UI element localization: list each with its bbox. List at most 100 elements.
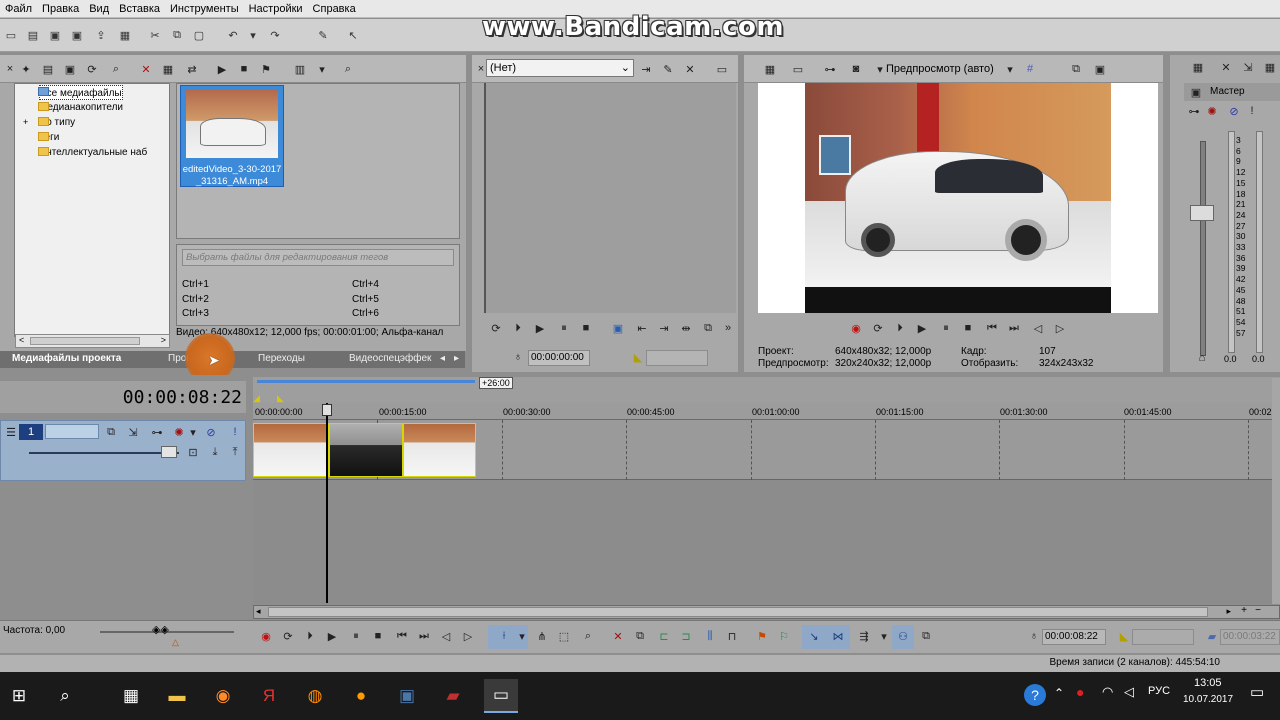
play-icon[interactable]: ▶ [214, 61, 230, 77]
mute-icon[interactable]: ⊘ [203, 424, 219, 440]
remove-icon[interactable]: ✕ [138, 61, 154, 77]
zoom-tool-icon[interactable]: ⌕ [580, 628, 596, 644]
loop-icon[interactable]: ⟳ [870, 320, 886, 336]
trimmer-duration-field[interactable] [646, 350, 708, 366]
rate-slider-thumb-icon[interactable]: ◈◈ [152, 623, 169, 636]
expand-toggle-icon[interactable]: + [23, 117, 28, 127]
cursor-time[interactable]: 00:00:08:22 [1042, 629, 1106, 645]
go-end-icon[interactable]: ⏭ [1006, 320, 1022, 336]
notifications-icon[interactable]: ▭ [1250, 683, 1264, 701]
close-icon[interactable]: × [2, 61, 18, 77]
windows-start-icon[interactable]: ⊞ [2, 679, 36, 713]
refresh-icon[interactable]: ⟳ [84, 61, 100, 77]
menu-tools[interactable]: Инструменты [165, 0, 244, 18]
zoom-out-icon[interactable]: − [1255, 605, 1261, 616]
scroll-left-icon[interactable]: ◂ [256, 606, 261, 617]
play-start-icon[interactable]: ⏵ [892, 320, 908, 336]
selection-tool-icon[interactable]: ⬚ [556, 628, 572, 644]
new-file-icon[interactable]: ▭ [4, 28, 18, 42]
region-icon[interactable]: ⚐ [776, 628, 792, 644]
ripple-icon[interactable]: ⇶ [856, 628, 872, 644]
record-icon[interactable]: ◉ [258, 628, 274, 644]
mute-icon[interactable]: ⊘ [1226, 103, 1242, 119]
vk-icon[interactable]: ▣ [390, 679, 424, 713]
split-view-icon[interactable]: ◙ [848, 61, 864, 77]
track-header[interactable]: ☰ 1 ⧉ ⇲ ⊶ ✺ ▾ ⊘ ! ⊡ ⤓ ⤒ [0, 420, 246, 481]
menu-help[interactable]: Справка [308, 0, 361, 18]
store-icon[interactable]: ▦ [114, 679, 148, 713]
fx-icon[interactable]: ⊶ [822, 61, 838, 77]
solo-icon[interactable]: ! [1244, 103, 1260, 119]
track-name-field[interactable] [45, 424, 99, 439]
tag-input[interactable]: Выбрать файлы для редактирования тегов [182, 249, 454, 266]
prev-frame-icon[interactable]: ◁ [438, 628, 454, 644]
vegas-pro-icon[interactable]: ▭ [484, 679, 518, 713]
shortcut-ctrl-5[interactable]: Ctrl+5 [352, 294, 379, 305]
chevron-down-icon[interactable]: ▾ [1002, 61, 1018, 77]
stop-icon[interactable]: ■ [960, 320, 976, 336]
play-start-icon[interactable]: ⏵ [302, 628, 318, 644]
level-slider-thumb[interactable] [161, 446, 177, 458]
capture-icon[interactable]: ▤ [40, 61, 56, 77]
scroll-right-icon[interactable]: > [161, 335, 166, 345]
media-thumbnail[interactable]: editedVideo_3-30-2017_31316_AM.mp4 [180, 85, 284, 187]
trimmer-timecode[interactable]: 00:00:00:00 [528, 350, 590, 366]
open-folder-icon[interactable]: ▤ [26, 28, 40, 42]
loop-icon[interactable]: ⟳ [488, 320, 504, 336]
assign-icon[interactable]: ✺ [1204, 103, 1220, 119]
tab-scroll-left-icon[interactable]: ◂ [440, 353, 445, 364]
shortcut-ctrl-1[interactable]: Ctrl+1 [182, 279, 209, 290]
prev-frame-icon[interactable]: ◁ [1030, 320, 1046, 336]
motion-icon[interactable]: ⇲ [125, 424, 141, 440]
yandex-icon[interactable]: Я [252, 679, 286, 713]
downmix-icon[interactable]: ⇲ [1240, 59, 1256, 75]
tab-scroll-right-icon[interactable]: ▸ [454, 353, 459, 364]
cut-icon[interactable]: ✂ [148, 28, 162, 42]
monitor-icon[interactable]: ▭ [714, 61, 730, 77]
marker-out-icon[interactable]: ⇥ [656, 320, 672, 336]
edit-tool-icon[interactable]: ⟊ [496, 628, 512, 644]
end-time-field[interactable]: 00:00:03:22 [1220, 629, 1280, 645]
add-to-timeline-icon[interactable]: ⇥ [638, 61, 654, 77]
menu-file[interactable]: Файл [0, 0, 37, 18]
tab-project-media[interactable]: Медиафайлы проекта [12, 353, 121, 364]
scroll-left-icon[interactable]: < [19, 335, 24, 345]
vertical-scrollbar[interactable] [1272, 378, 1280, 604]
solo-icon[interactable]: ! [227, 424, 243, 440]
volume-icon[interactable]: ◁ [1124, 684, 1134, 700]
clock-time[interactable]: 13:05 [1194, 677, 1222, 689]
pause-icon[interactable]: ⏸ [348, 628, 364, 644]
loop-icon[interactable]: ⟳ [280, 628, 296, 644]
copy-snapshot-icon[interactable]: ⧉ [1068, 61, 1084, 77]
grid-icon[interactable]: # [1022, 61, 1038, 77]
file-explorer-icon[interactable]: ▬ [160, 679, 194, 713]
pause-icon[interactable]: ⏸ [556, 320, 572, 336]
tree-item-all-media[interactable]: Все медиафайлы [39, 85, 123, 100]
next-frame-icon[interactable]: ▷ [1052, 320, 1068, 336]
dim-icon[interactable]: ▦ [1262, 59, 1278, 75]
import-icon[interactable]: ✦ [18, 61, 34, 77]
set-region-icon[interactable]: ▣ [610, 320, 626, 336]
delete-icon[interactable]: ✕ [610, 628, 626, 644]
search-icon[interactable]: ⌕ [48, 679, 82, 713]
track-fx-icon[interactable]: ⊶ [149, 424, 165, 440]
scroll-thumb[interactable] [268, 607, 1208, 617]
search-icon[interactable]: ⌕ [108, 61, 124, 77]
language-indicator[interactable]: РУС [1148, 685, 1170, 697]
ignore-grouping-icon[interactable]: ⧉ [918, 628, 934, 644]
odnoklassniki-icon[interactable]: ● [344, 679, 378, 713]
trim-end-icon[interactable]: ⧉ [700, 320, 716, 336]
envelope-tool-icon[interactable]: ⋔ [534, 628, 550, 644]
firefox-icon[interactable]: ◉ [206, 679, 240, 713]
master-fader[interactable] [1190, 205, 1214, 221]
menu-view[interactable]: Вид [84, 0, 114, 18]
shortcut-ctrl-2[interactable]: Ctrl+2 [182, 294, 209, 305]
help-pointer-icon[interactable]: ↖ [346, 28, 360, 42]
trim-icon[interactable]: ✎ [316, 28, 330, 42]
menu-insert[interactable]: Вставка [114, 0, 165, 18]
effects-icon[interactable]: ⇄ [184, 61, 200, 77]
scroll-thumb[interactable] [30, 337, 140, 345]
tray-chevron-icon[interactable]: ⌃ [1054, 686, 1064, 700]
menu-edit[interactable]: Правка [37, 0, 84, 18]
external-monitor-icon[interactable]: ▭ [790, 61, 806, 77]
